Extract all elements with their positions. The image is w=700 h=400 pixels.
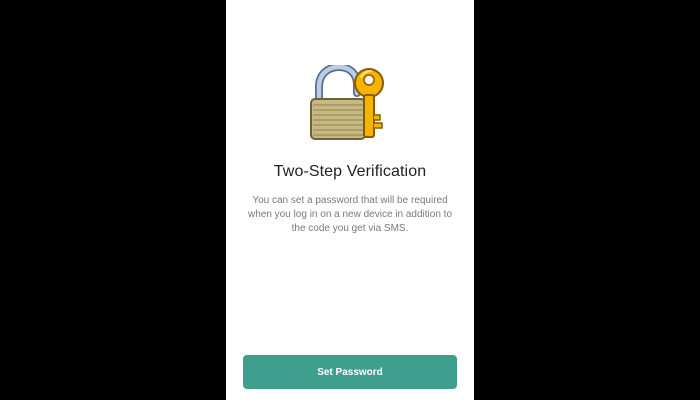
two-step-verification-screen: Two-Step Verification You can set a pass… [226,0,474,400]
letterbox-left [0,0,226,400]
letterbox-right [474,0,700,400]
page-description: You can set a password that will be requ… [247,195,453,234]
lock-with-key-icon [310,65,384,140]
set-password-button[interactable]: Set Password [243,355,457,389]
page-title: Two-Step Verification [273,163,427,180]
